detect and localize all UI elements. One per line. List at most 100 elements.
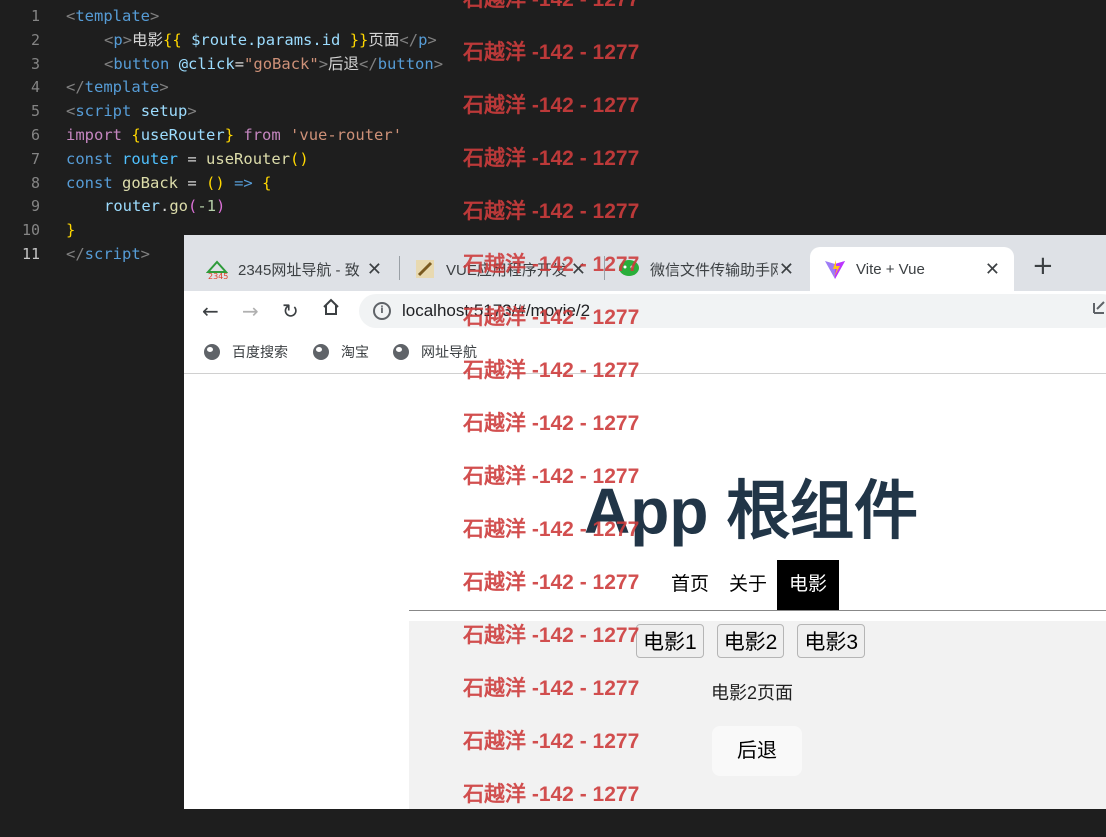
bookmark-label: 网址导航 [421,344,477,360]
token-keyword: const [66,173,113,192]
token-string: "goBack" [244,54,319,73]
svg-text:2345: 2345 [208,272,228,280]
bookmark-label: 淘宝 [341,344,369,360]
line-number: 10 [21,221,40,240]
code-line: const router = useRouter() [66,149,309,168]
token-attr: setup [140,102,188,121]
tab-strip: 2345 2345网址导航 - 致 ✕ VUE应用程序开发 ✕ 微信文件传输助手… [184,235,1106,291]
token-var: useRouter [140,125,225,144]
code-line: <template> [66,7,160,25]
nav-link-about[interactable]: 关于 [719,560,777,610]
token-keyword: from [243,125,281,144]
page-title: App 根组件 [584,475,919,547]
browser-toolbar: ← → ↻ i localhost:5173/#/movie/2 [184,291,1106,331]
line-number: 4 [30,78,40,97]
line-number: 6 [30,125,40,144]
tab-label: 2345网址导航 - 致 [238,261,360,279]
wechat-icon [618,258,640,280]
code-area[interactable]: <template> <p>电影{{ $route.params.id }}页面… [66,5,443,267]
line-number: 5 [30,102,40,121]
close-icon[interactable]: ✕ [367,259,382,280]
token-text: 页面 [368,30,400,49]
close-icon[interactable]: ✕ [571,259,586,280]
browser-tab-active[interactable]: Vite + Vue ✕ [810,247,1014,291]
code-line: router.go(-1) [104,197,226,216]
token-brace: }} [349,30,369,49]
movie-panel: 电影1 电影2 电影3 电影2页面 后退 [409,621,1106,809]
token-var: $route.params.id [191,30,341,49]
line-number: 2 [30,30,40,49]
2345-logo-icon: 2345 [206,258,228,280]
bookmark-label: 百度搜索 [232,344,288,360]
movie-2-button[interactable]: 电影2 [716,624,785,658]
line-number: 8 [30,173,40,192]
share-icon[interactable] [1092,299,1106,321]
token-tag: button [377,54,434,73]
tab-label: 微信文件传输助手网 [650,261,778,279]
code-line: <script setup> [66,102,197,121]
token-tag: p [113,30,123,49]
close-icon[interactable]: ✕ [779,259,794,280]
token-text: 电影 [132,30,164,49]
forward-icon[interactable]: → [242,299,259,323]
line-number-active: 11 [21,244,40,263]
address-bar[interactable]: i localhost:5173/#/movie/2 [359,294,1106,328]
globe-icon [204,344,220,360]
back-icon[interactable]: ← [202,299,219,323]
globe-icon [313,344,329,360]
token-number: -1 [197,197,217,216]
reload-icon[interactable]: ↻ [282,299,299,323]
globe-icon [393,344,409,360]
movie-buttons: 电影1 电影2 电影3 [636,624,866,658]
tab-label: VUE应用程序开发 [446,261,567,279]
token-tag: script [84,244,141,263]
token-tag: script [75,102,132,121]
pencil-icon [414,258,436,280]
address-url: localhost:5173/#/movie/2 [402,301,591,320]
token-function: go [169,197,189,216]
code-line: import {useRouter} from 'vue-router' [66,125,403,144]
browser-window: 2345 2345网址导航 - 致 ✕ VUE应用程序开发 ✕ 微信文件传输助手… [184,235,1106,809]
browser-tab[interactable]: VUE应用程序开发 ✕ [392,247,598,291]
token-keyword: import [66,125,122,144]
close-icon[interactable]: ✕ [985,259,1000,280]
app-nav: 首页 关于 电影 [661,560,840,610]
token-tag: template [75,7,150,25]
movie-3-button[interactable]: 电影3 [797,624,866,658]
nav-link-movie[interactable]: 电影 [777,560,840,610]
new-tab-icon[interactable]: + [1032,251,1054,281]
back-button[interactable]: 后退 [712,726,802,776]
line-number: 1 [30,7,40,25]
bookmark-item[interactable]: 百度搜索 [204,342,288,362]
nav-link-home[interactable]: 首页 [661,560,719,610]
movie-1-button[interactable]: 电影1 [636,624,704,658]
nav-divider [409,610,1106,611]
token-string: 'vue-router' [290,125,403,144]
browser-tab[interactable]: 2345 2345网址导航 - 致 ✕ [184,247,394,291]
token-brace: {{ [163,30,182,49]
line-number: 9 [30,197,40,216]
home-icon[interactable] [322,297,340,321]
line-number-gutter: 1 2 3 4 5 6 7 8 9 10 11 [0,5,40,267]
token-text: 后退 [328,54,360,73]
code-line: <button @click="goBack">后退</button> [104,54,444,73]
token-keyword: const [66,149,113,168]
code-line: const goBack = () => { [66,173,272,192]
line-number: 7 [30,149,40,168]
info-icon[interactable]: i [373,302,391,320]
token-function: goBack [122,173,179,192]
tab-label: Vite + Vue [856,260,925,278]
token-attr: @click [178,54,235,73]
vite-logo-icon [824,258,846,280]
code-line: <p>电影{{ $route.params.id }}页面</p> [104,30,437,49]
bookmarks-bar: 百度搜索 淘宝 网址导航 [184,331,1106,374]
movie-page-text: 电影2页面 [711,683,794,703]
token-var: router [104,197,160,216]
browser-tab[interactable]: 微信文件传输助手网 ✕ [596,247,806,291]
line-number: 3 [30,54,40,73]
bookmark-item[interactable]: 淘宝 [313,342,369,362]
web-page: App 根组件 首页 关于 电影 电影1 电影2 电影3 电影2页面 后退 [184,374,1106,809]
token-function: useRouter [206,149,291,168]
token-var: router [122,149,179,168]
bookmark-item[interactable]: 网址导航 [393,342,477,362]
